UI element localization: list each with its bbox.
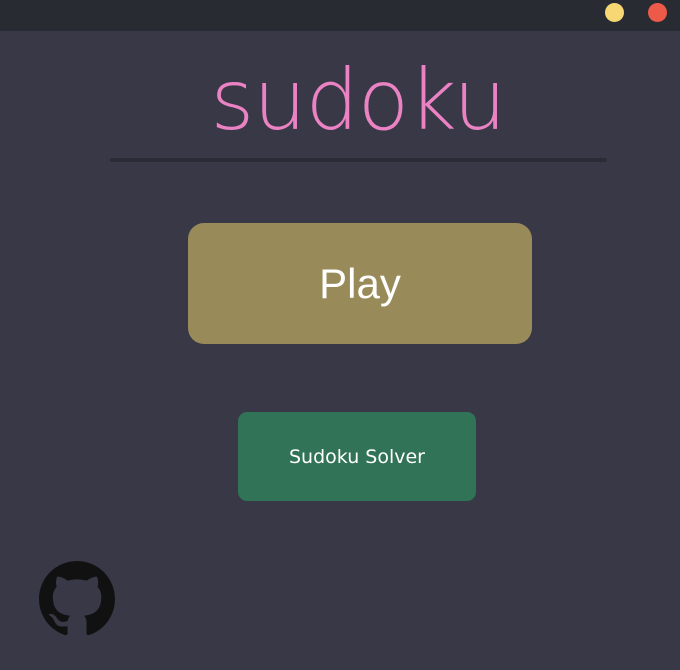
close-button[interactable] (648, 3, 667, 22)
github-link[interactable] (39, 561, 115, 637)
github-icon (39, 561, 115, 636)
title-divider (110, 158, 607, 162)
app-title: sudoku (210, 51, 506, 149)
minimize-button[interactable] (605, 3, 624, 22)
play-button[interactable]: Play (188, 223, 532, 344)
sudoku-solver-button[interactable]: Sudoku Solver (238, 412, 476, 501)
title-bar (0, 0, 680, 31)
